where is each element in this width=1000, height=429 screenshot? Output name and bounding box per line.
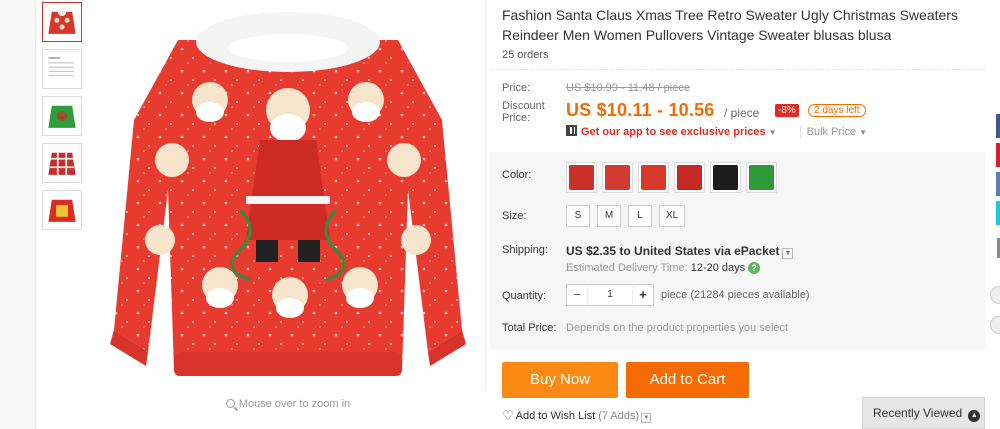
- thumbnail-red-yellow-sweater[interactable]: [42, 190, 82, 230]
- zoom-hint-text: Mouse over to zoom in: [238, 398, 351, 410]
- quantity-available: piece (21284 pieces available): [661, 289, 810, 301]
- app-promo-row: Get our app to see exclusive prices ▼ Bul…: [566, 125, 966, 138]
- red-yellow-sweater-thumb-image: [45, 193, 79, 227]
- total-price-value: Depends on the product properties you se…: [566, 322, 788, 334]
- size-option-xl[interactable]: XL: [659, 205, 686, 227]
- color-option-5[interactable]: [710, 162, 741, 193]
- qr-code-icon: [566, 125, 577, 136]
- buy-now-button[interactable]: Buy Now: [502, 362, 618, 398]
- zoom-hint: Mouse over to zoom in: [90, 392, 486, 416]
- chevron-down-icon: ▼: [859, 128, 868, 137]
- color-option-6[interactable]: [746, 162, 777, 193]
- santa-sweater-image: [110, 12, 466, 376]
- pinterest-share-icon[interactable]: [996, 143, 1000, 167]
- delivery-estimate: Estimated Delivery Time: 12-20 days?: [566, 262, 761, 274]
- quantity-input[interactable]: 1: [587, 285, 633, 305]
- wishlist-label: Add to Wish List: [515, 410, 596, 422]
- shipping-label: Shipping:: [502, 244, 548, 256]
- quantity-increase-button[interactable]: +: [633, 285, 653, 305]
- add-to-cart-button[interactable]: Add to Cart: [626, 362, 749, 398]
- facebook-share-icon[interactable]: [996, 114, 1000, 138]
- price-unit: / piece: [724, 106, 760, 120]
- scroll-button[interactable]: [990, 316, 1000, 334]
- quantity-decrease-button[interactable]: −: [567, 285, 587, 305]
- thumbnail-strip: [42, 2, 84, 237]
- green-sweater-thumb-image: [45, 99, 79, 133]
- shipping-info: US $2.35 to United States via ePacket ▼: [566, 244, 794, 259]
- shipping-dropdown[interactable]: ▼: [782, 248, 794, 259]
- delivery-days: 12-20 days: [690, 262, 746, 274]
- price-block: Price: US $10.99 - 11.48 / piece Discoun…: [490, 69, 985, 145]
- size-label: Size:: [502, 210, 527, 222]
- recently-viewed-label: Recently Viewed: [873, 406, 963, 420]
- color-selector: [566, 162, 782, 198]
- size-selector: S M L XL: [566, 205, 692, 227]
- shipping-method: to United States via ePacket: [619, 244, 780, 258]
- color-option-1[interactable]: [566, 162, 597, 193]
- thumbnail-plaid-red-sweater[interactable]: [42, 143, 82, 183]
- total-price-label: Total Price:: [502, 322, 557, 334]
- order-count: 25 orders: [502, 49, 549, 61]
- bulk-price-link[interactable]: Bulk Price ▼: [799, 126, 868, 138]
- santa-sweater-thumb-image: [45, 5, 79, 39]
- chevron-down-icon[interactable]: ▼: [769, 128, 777, 137]
- chevron-up-icon: ▲: [968, 410, 981, 422]
- product-title: Fashion Santa Claus Xmas Tree Retro Swea…: [502, 7, 958, 43]
- color-option-3[interactable]: [638, 162, 669, 193]
- size-option-s[interactable]: S: [566, 205, 590, 227]
- shipping-cost: US $2.35: [566, 244, 617, 258]
- size-option-l[interactable]: L: [628, 205, 652, 227]
- vk-share-icon[interactable]: [996, 172, 1000, 196]
- color-swatch: [713, 165, 738, 190]
- chevron-down-icon[interactable]: ▼: [641, 413, 652, 423]
- left-gutter: [0, 0, 36, 429]
- thumbnail-santa-sweater[interactable]: [42, 2, 82, 42]
- discount-price: US $10.11 - 10.56: [566, 100, 715, 120]
- scroll-button[interactable]: [990, 286, 1000, 304]
- recently-viewed-tab[interactable]: Recently Viewed ▲: [862, 397, 985, 429]
- quantity-stepper: − 1 +: [566, 284, 654, 306]
- product-info: Fashion Santa Claus Xmas Tree Retro Swea…: [490, 0, 985, 145]
- bulk-price-label: Bulk Price: [806, 126, 857, 138]
- options-panel: Color: Size: S M L XL Shipping: US $2.35 to…: [490, 152, 985, 350]
- help-icon[interactable]: ?: [748, 262, 761, 274]
- size-option-m[interactable]: M: [597, 205, 621, 227]
- color-swatch: [677, 165, 702, 190]
- wishlist-count: (7 Adds): [598, 410, 640, 422]
- heart-icon: ♡: [502, 408, 514, 423]
- color-option-4[interactable]: [674, 162, 705, 193]
- plaid-sweater-thumb-image: [45, 146, 79, 180]
- quantity-label: Quantity:: [502, 290, 547, 302]
- time-left-badge: 2 days left: [808, 104, 866, 117]
- color-swatch: [605, 165, 630, 190]
- twitter-share-icon[interactable]: [996, 201, 1000, 225]
- color-swatch: [641, 165, 666, 190]
- size-chart-thumb-image: [45, 52, 79, 86]
- magnifier-icon: [225, 399, 235, 408]
- wishlist-link[interactable]: ♡ Add to Wish List (7 Adds) ▼: [502, 408, 652, 424]
- thumbnail-size-chart[interactable]: [42, 49, 82, 89]
- thumbnail-reindeer-green-sweater[interactable]: [42, 96, 82, 136]
- price-label: Price:: [502, 82, 531, 94]
- discount-price-label: Discount Price:: [502, 100, 545, 124]
- original-price: US $10.99 - 11.48 / piece: [566, 82, 690, 94]
- delivery-estimate-label: Estimated Delivery Time:: [566, 262, 688, 274]
- main-product-image[interactable]: [90, 0, 486, 390]
- color-option-2[interactable]: [602, 162, 633, 193]
- color-swatch: [749, 165, 774, 190]
- discount-badge: -8%: [775, 104, 799, 117]
- color-label: Color:: [502, 169, 532, 181]
- app-price-link[interactable]: Get our app to see exclusive prices: [581, 126, 766, 138]
- color-swatch: [569, 165, 594, 190]
